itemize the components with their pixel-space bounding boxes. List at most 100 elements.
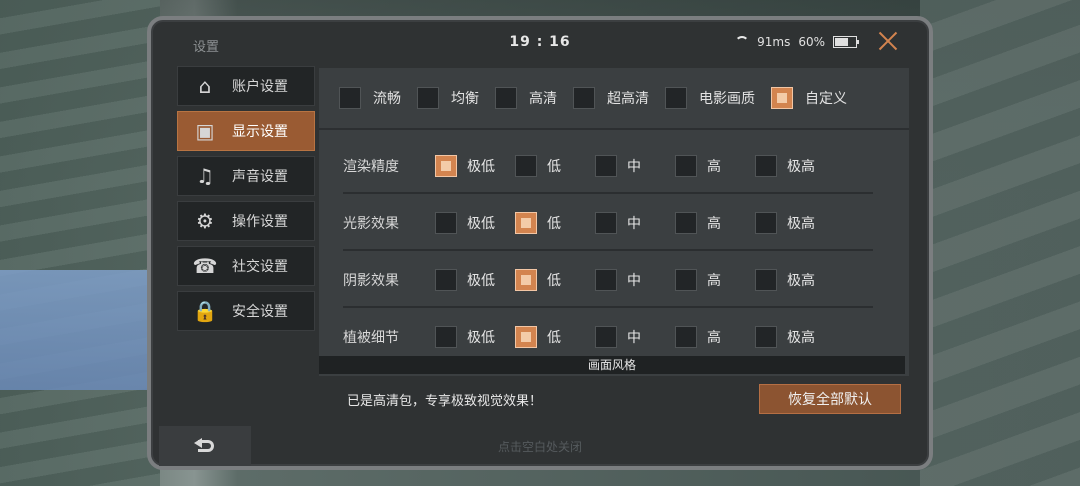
setting-option[interactable]: 极高	[755, 269, 835, 291]
setting-row-label: 光影效果	[343, 216, 399, 232]
reset-defaults-button[interactable]: 恢复全部默认	[759, 384, 901, 414]
setting-option[interactable]: 低	[515, 155, 595, 177]
setting-option[interactable]: 极低	[435, 269, 515, 291]
option-checkbox[interactable]	[755, 269, 777, 291]
setting-option[interactable]: 极低	[435, 326, 515, 348]
preset-checkbox[interactable]	[771, 87, 793, 109]
setting-row: 光影效果 极低 低 中 高 极高	[343, 195, 873, 251]
sidebar-item-label: 安全设置	[232, 304, 288, 320]
preset-option[interactable]: 高清	[495, 87, 557, 109]
option-label: 低	[547, 273, 561, 289]
account-icon: ⌂	[198, 74, 212, 98]
option-label: 中	[627, 159, 641, 175]
option-label: 极低	[467, 159, 495, 175]
preset-checkbox[interactable]	[417, 87, 439, 109]
setting-option[interactable]: 低	[515, 212, 595, 234]
option-label: 低	[547, 216, 561, 232]
setting-option[interactable]: 极高	[755, 326, 835, 348]
sidebar-item-0[interactable]: ⌂ 账户设置	[177, 66, 315, 106]
sidebar-item-4[interactable]: ☎ 社交设置	[177, 246, 315, 286]
setting-option[interactable]: 极低	[435, 155, 515, 177]
option-checkbox[interactable]	[675, 212, 697, 234]
preset-label: 高清	[529, 91, 557, 107]
option-checkbox[interactable]	[675, 269, 697, 291]
option-checkbox[interactable]	[595, 212, 617, 234]
battery-percent: 60%	[798, 35, 825, 49]
sidebar-item-2[interactable]: ♫ 声音设置	[177, 156, 315, 196]
sidebar-item-5[interactable]: 🔒 安全设置	[177, 291, 315, 331]
preset-divider	[319, 128, 909, 130]
preset-option[interactable]: 超高清	[573, 87, 649, 109]
sidebar-item-3[interactable]: ⚙ 操作设置	[177, 201, 315, 241]
setting-option[interactable]: 极高	[755, 212, 835, 234]
setting-option[interactable]: 极低	[435, 212, 515, 234]
preset-checkbox[interactable]	[665, 87, 687, 109]
option-checkbox[interactable]	[515, 155, 537, 177]
sidebar-item-label: 操作设置	[232, 214, 288, 230]
option-checkbox[interactable]	[435, 269, 457, 291]
option-checkbox[interactable]	[675, 155, 697, 177]
option-checkbox[interactable]	[595, 269, 617, 291]
option-checkbox[interactable]	[435, 326, 457, 348]
setting-row-label: 阴影效果	[343, 273, 399, 289]
close-button[interactable]	[877, 30, 899, 52]
setting-option[interactable]: 高	[675, 155, 755, 177]
option-checkbox[interactable]	[515, 269, 537, 291]
setting-option[interactable]: 低	[515, 269, 595, 291]
option-checkbox[interactable]	[435, 155, 457, 177]
preset-checkbox[interactable]	[573, 87, 595, 109]
option-label: 中	[627, 273, 641, 289]
preset-checkbox[interactable]	[339, 87, 361, 109]
setting-option[interactable]: 中	[595, 326, 675, 348]
preset-label: 超高清	[607, 91, 649, 107]
sidebar-item-label: 声音设置	[232, 169, 288, 185]
option-checkbox[interactable]	[595, 155, 617, 177]
social-icon: ☎	[192, 254, 218, 278]
option-label: 高	[707, 159, 721, 175]
preset-option[interactable]: 均衡	[417, 87, 479, 109]
option-checkbox[interactable]	[595, 326, 617, 348]
sidebar-item-label: 社交设置	[232, 259, 288, 275]
option-checkbox[interactable]	[755, 212, 777, 234]
setting-option[interactable]: 中	[595, 212, 675, 234]
setting-option[interactable]: 低	[515, 326, 595, 348]
ping-value: 91ms	[757, 35, 791, 49]
sidebar-item-1[interactable]: ▣ 显示设置	[177, 111, 315, 151]
info-text: 已是高清包，专享极致视觉效果！	[347, 394, 543, 409]
option-checkbox[interactable]	[515, 212, 537, 234]
sidebar-item-label: 显示设置	[232, 124, 288, 140]
top-bar: 设置 19 : 16 91ms 60%	[151, 20, 929, 68]
background-right	[920, 0, 1080, 486]
setting-option[interactable]: 高	[675, 212, 755, 234]
controls-icon: ⚙	[196, 209, 214, 233]
option-label: 极低	[467, 273, 495, 289]
setting-option[interactable]: 中	[595, 269, 675, 291]
option-label: 低	[547, 330, 561, 346]
option-checkbox[interactable]	[515, 326, 537, 348]
option-label: 极高	[787, 216, 815, 232]
option-label: 极高	[787, 273, 815, 289]
preset-option[interactable]: 流畅	[339, 87, 401, 109]
option-checkbox[interactable]	[755, 155, 777, 177]
setting-option[interactable]: 高	[675, 326, 755, 348]
row-divider	[343, 306, 873, 308]
option-checkbox[interactable]	[755, 326, 777, 348]
preset-checkbox[interactable]	[495, 87, 517, 109]
option-label: 低	[547, 159, 561, 175]
status-area: 91ms 60%	[735, 35, 859, 49]
preset-option[interactable]: 自定义	[771, 87, 847, 109]
preset-option[interactable]: 电影画质	[665, 87, 755, 109]
option-label: 中	[627, 216, 641, 232]
option-checkbox[interactable]	[675, 326, 697, 348]
setting-option[interactable]: 极高	[755, 155, 835, 177]
option-checkbox[interactable]	[435, 212, 457, 234]
option-label: 极高	[787, 159, 815, 175]
setting-option[interactable]: 中	[595, 155, 675, 177]
settings-panel: 设置 19 : 16 91ms 60% ⌂ 账户设置 ▣ 显示设置 ♫ 声音设置 ⚙ 操作设置…	[147, 16, 933, 470]
row-divider	[343, 249, 873, 251]
battery-icon	[833, 36, 859, 48]
settings-sidebar: ⌂ 账户设置 ▣ 显示设置 ♫ 声音设置 ⚙ 操作设置 ☎ 社交设置 🔒 安全设置	[177, 66, 315, 336]
setting-row-label: 渲染精度	[343, 159, 399, 175]
setting-option[interactable]: 高	[675, 269, 755, 291]
preset-label: 电影画质	[699, 91, 755, 107]
